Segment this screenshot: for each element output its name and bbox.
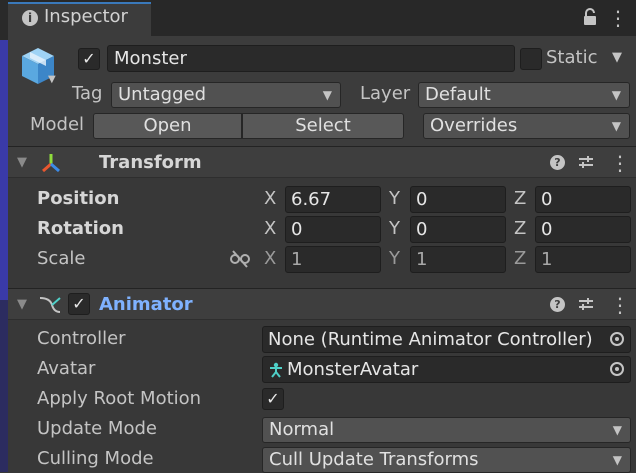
avatar-value: MonsterAvatar [287, 359, 419, 380]
avatar-label: Avatar [37, 358, 96, 379]
gameobject-name-input[interactable]: Monster [107, 45, 515, 72]
scene-view-edge [0, 0, 8, 472]
fold-arrow-icon[interactable]: ▼ [17, 297, 27, 312]
static-checkbox[interactable] [520, 48, 542, 70]
help-icon[interactable]: ? [550, 155, 565, 170]
apply-root-motion-checkbox[interactable]: ✓ [262, 388, 284, 410]
rotation-z-axis-label[interactable]: Z [514, 218, 526, 239]
position-z-axis-label[interactable]: Z [514, 188, 526, 209]
rotation-y-input[interactable]: 0 [410, 216, 506, 243]
tag-label: Tag [72, 83, 103, 104]
panel-menu-icon[interactable]: ⋮ [608, 6, 628, 30]
tag-dropdown[interactable]: Untagged ▼ [111, 82, 341, 108]
apply-root-motion-label: Apply Root Motion [37, 388, 202, 409]
model-label: Model [30, 114, 85, 135]
position-x-input[interactable]: 6.67 [285, 186, 381, 213]
component-menu-icon[interactable]: ⋮ [610, 293, 630, 317]
static-label: Static [546, 47, 598, 68]
scale-z-input[interactable]: 1 [535, 246, 631, 273]
position-x-axis-label[interactable]: X [264, 188, 276, 209]
animator-enabled-checkbox[interactable]: ✓ [68, 293, 90, 315]
icon-picker-arrow-icon[interactable]: ▼ [48, 74, 56, 85]
rotation-x-axis-label[interactable]: X [264, 218, 276, 239]
constrain-proportions-icon[interactable] [230, 250, 250, 268]
active-checkbox[interactable]: ✓ [78, 48, 100, 70]
avatar-field[interactable]: MonsterAvatar [262, 356, 631, 383]
tab-inspector-label: Inspector [44, 6, 128, 27]
scale-z-axis-label[interactable]: Z [514, 248, 526, 269]
controller-label: Controller [37, 328, 126, 349]
rotation-y-axis-label[interactable]: Y [389, 218, 400, 239]
rotation-z-input[interactable]: 0 [535, 216, 631, 243]
update-mode-value: Normal [269, 419, 335, 440]
position-z-input[interactable]: 0 [535, 186, 631, 213]
presets-icon[interactable] [578, 296, 594, 312]
presets-icon[interactable] [578, 154, 594, 170]
chevron-down-icon: ▼ [611, 119, 621, 133]
fold-arrow-icon[interactable]: ▼ [17, 155, 27, 170]
lock-icon[interactable] [582, 8, 598, 26]
component-menu-icon[interactable]: ⋮ [610, 151, 630, 175]
rotation-x-input[interactable]: 0 [285, 216, 381, 243]
tag-value: Untagged [118, 84, 207, 105]
transform-title: Transform [99, 152, 202, 173]
info-icon: i [22, 10, 38, 26]
layer-dropdown[interactable]: Default ▼ [418, 82, 630, 108]
overrides-dropdown[interactable]: Overrides ▼ [423, 113, 630, 139]
static-dropdown-arrow-icon[interactable]: ▼ [612, 50, 622, 65]
chevron-down-icon: ▼ [322, 88, 332, 102]
chevron-down-icon: ▼ [612, 453, 622, 467]
controller-value: None (Runtime Animator Controller) [268, 329, 593, 350]
layer-value: Default [425, 84, 491, 105]
scale-x-axis-label[interactable]: X [264, 248, 276, 269]
layer-label: Layer [360, 83, 411, 104]
update-mode-dropdown[interactable]: Normal ▼ [262, 417, 631, 443]
position-label: Position [37, 188, 120, 209]
scale-y-axis-label[interactable]: Y [389, 248, 400, 269]
position-y-axis-label[interactable]: Y [389, 188, 400, 209]
culling-mode-label: Culling Mode [37, 448, 154, 469]
animator-icon [39, 297, 61, 313]
update-mode-label: Update Mode [37, 418, 157, 439]
help-icon[interactable]: ? [550, 297, 565, 312]
object-picker-icon[interactable] [610, 332, 624, 346]
scale-y-input[interactable]: 1 [410, 246, 506, 273]
transform-axes-icon [42, 154, 60, 173]
rotation-label: Rotation [37, 218, 124, 239]
culling-mode-dropdown[interactable]: Cull Update Transforms ▼ [262, 447, 631, 473]
avatar-figure-icon [270, 362, 282, 378]
animator-title: Animator [99, 294, 193, 315]
object-picker-icon[interactable] [610, 362, 624, 376]
select-button[interactable]: Select [242, 113, 404, 139]
open-button[interactable]: Open [93, 113, 242, 139]
controller-field[interactable]: None (Runtime Animator Controller) [262, 326, 631, 353]
overrides-value: Overrides [430, 115, 518, 136]
scale-x-input[interactable]: 1 [285, 246, 381, 273]
position-y-input[interactable]: 0 [410, 186, 506, 213]
chevron-down-icon: ▼ [611, 88, 621, 102]
culling-mode-value: Cull Update Transforms [269, 449, 479, 470]
chevron-down-icon: ▼ [612, 423, 622, 437]
scale-label: Scale [37, 248, 86, 269]
